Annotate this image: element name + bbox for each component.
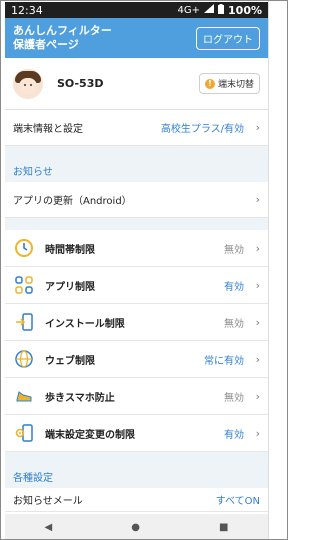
back-icon[interactable]: ◀ <box>45 522 53 533</box>
logout-button[interactable]: ログアウト <box>196 26 260 50</box>
menu-item-0[interactable]: 時間帯制限 無効 › <box>5 230 268 267</box>
menu-item-label: ウェブ制限 <box>45 355 95 367</box>
menu-item-status: 有効 <box>224 429 244 441</box>
gear-phone-icon <box>13 422 35 444</box>
app-header: あんしんフィルター 保護者ページ ログアウト <box>5 18 268 58</box>
switch-device-label: 端末切替 <box>217 80 254 90</box>
title-line-1: あんしんフィルター <box>13 24 112 37</box>
notice-item-app-update[interactable]: アプリの更新（Android） › <box>5 182 268 218</box>
window-gutter <box>268 1 287 539</box>
globe-icon <box>13 348 35 370</box>
install-icon <box>13 311 35 333</box>
menu-item-label: アプリ制限 <box>45 281 95 293</box>
section-gap <box>5 452 268 464</box>
chevron-right-icon: › <box>255 278 260 292</box>
network-indicator: 4G+ <box>177 4 201 16</box>
menu-item-status: 無効 <box>224 392 244 404</box>
status-right: 4G+ 100% <box>177 3 262 17</box>
shoe-icon <box>13 385 35 407</box>
menu-item-status: 有効 <box>224 281 244 293</box>
title-line-2: 保護者ページ <box>13 38 79 51</box>
menu-item-3[interactable]: ウェブ制限 常に有効 › <box>5 341 268 378</box>
recents-icon[interactable]: ■ <box>219 522 228 533</box>
menu-item-label: インストール制限 <box>45 318 125 330</box>
page-title: あんしんフィルター 保護者ページ <box>13 24 112 52</box>
device-frame: 12:34 4G+ 100% あんしんフィルター 保護者ページ ログアウト SO… <box>0 0 288 540</box>
menu-item-1[interactable]: アプリ制限 有効 › <box>5 267 268 304</box>
apps-grid-icon <box>13 274 35 296</box>
section-gap <box>5 146 268 158</box>
switch-device-button[interactable]: ! 端末切替 <box>198 73 260 94</box>
device-name: SO-53D <box>57 77 104 90</box>
chevron-right-icon: › <box>255 315 260 329</box>
battery-percent: 100% <box>228 3 262 17</box>
device-row: SO-53D ! 端末切替 <box>5 58 268 110</box>
phone-screen: 12:34 4G+ 100% あんしんフィルター 保護者ページ ログアウト SO… <box>5 2 268 539</box>
menu-item-label: 歩きスマホ防止 <box>45 392 115 404</box>
section-gap <box>5 218 268 230</box>
notice-mail-label: お知らせメール <box>13 496 83 507</box>
menu-item-label: 端末設定変更の制限 <box>45 429 135 441</box>
notice-mail-value: すべてON <box>215 496 260 507</box>
menu-item-2[interactable]: インストール制限 無効 › <box>5 304 268 341</box>
avatar <box>13 68 43 99</box>
other-section-title: 各種設定 <box>5 464 268 488</box>
battery-icon <box>218 3 225 17</box>
menu-item-status: 常に有効 <box>204 355 244 367</box>
menu-item-label: 時間帯制限 <box>45 244 95 256</box>
chevron-right-icon: › <box>255 193 260 206</box>
chevron-right-icon: › <box>255 121 260 134</box>
restriction-menu: 時間帯制限 無効 › アプリ制限 有効 › インストール制限 無効 › ウェブ制限 常に有効 › 歩きス… <box>5 230 268 452</box>
signal-icon <box>204 4 215 16</box>
android-nav-bar: ◀ ● ■ <box>5 514 268 539</box>
home-icon[interactable]: ● <box>131 522 140 533</box>
menu-item-status: 無効 <box>224 244 244 256</box>
menu-item-4[interactable]: 歩きスマホ防止 無効 › <box>5 378 268 415</box>
menu-item-status: 無効 <box>224 318 244 330</box>
device-settings-label: 端末情報と設定 <box>13 124 83 135</box>
notice-section-title: お知らせ <box>5 158 268 182</box>
chevron-right-icon: › <box>255 352 260 366</box>
clock-icon <box>13 237 35 259</box>
chevron-right-icon: › <box>255 241 260 255</box>
chevron-right-icon: › <box>255 426 260 440</box>
menu-item-5[interactable]: 端末設定変更の制限 有効 › <box>5 415 268 452</box>
notice-mail-row[interactable]: お知らせメール すべてON <box>5 488 268 512</box>
chevron-right-icon: › <box>255 389 260 403</box>
status-time: 12:34 <box>11 3 43 17</box>
device-settings-value: 高校生プラス/有効 <box>160 124 244 135</box>
device-settings-row[interactable]: 端末情報と設定 高校生プラス/有効 › <box>5 110 268 146</box>
status-bar: 12:34 4G+ 100% <box>5 2 268 18</box>
warning-icon: ! <box>204 78 215 89</box>
notice-item-label: アプリの更新（Android） <box>13 196 132 207</box>
